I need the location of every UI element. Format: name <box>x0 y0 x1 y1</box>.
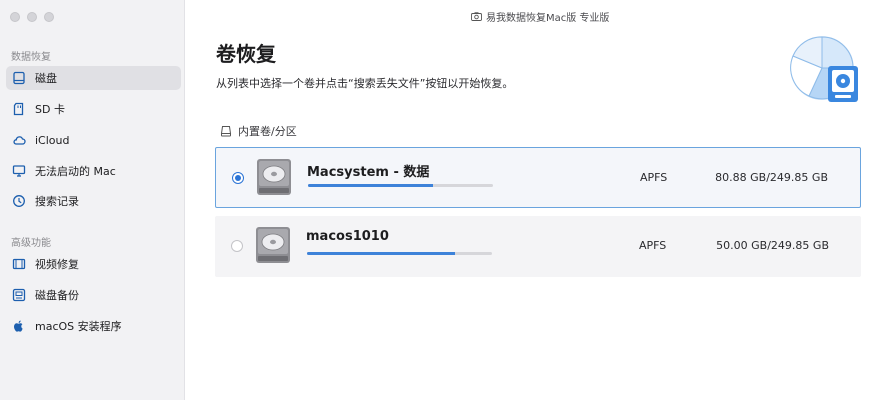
history-icon <box>12 194 26 208</box>
cloud-icon <box>12 133 26 147</box>
section-label-advanced: 高级功能 <box>11 238 51 249</box>
sidebar-item-label: macOS 安装程序 <box>35 320 122 333</box>
sidebar: 数据恢复 磁盘 SD 卡 iCloud 无法启动的 Mac 搜索记录 高级功能 <box>0 0 185 400</box>
monitor-icon <box>12 164 26 178</box>
volume-radio[interactable] <box>231 240 243 252</box>
apple-icon <box>12 319 26 333</box>
volume-filesystem: APFS <box>639 239 667 252</box>
sidebar-item-disk-backup[interactable]: 磁盘备份 <box>6 283 181 307</box>
volume-row[interactable]: Macsystem - 数据 APFS 80.88 GB/249.85 GB <box>215 147 861 208</box>
backup-icon <box>12 288 26 302</box>
hard-disk-icon <box>256 227 290 263</box>
app-logo-icon <box>471 12 482 21</box>
sidebar-item-label: 磁盘 <box>35 72 57 85</box>
page-subtitle: 从列表中选择一个卷并点击“搜索丢失文件”按钮以开始恢复。 <box>216 77 514 90</box>
volume-usage-fill <box>307 252 455 255</box>
volume-name: macos1010 <box>306 229 389 244</box>
volume-size: 50.00 GB/249.85 GB <box>716 239 829 252</box>
sidebar-item-search-history[interactable]: 搜索记录 <box>6 189 181 213</box>
drive-icon <box>220 126 232 137</box>
volume-radio[interactable] <box>232 172 244 184</box>
sidebar-item-label: 无法启动的 Mac <box>35 165 116 178</box>
film-icon <box>12 257 26 271</box>
sidebar-item-unbootable-mac[interactable]: 无法启动的 Mac <box>6 159 181 183</box>
volume-name: Macsystem - 数据 <box>307 165 430 180</box>
window-controls <box>10 12 54 22</box>
sidebar-item-disk[interactable]: 磁盘 <box>6 66 181 90</box>
volume-group-label: 内置卷/分区 <box>220 123 297 139</box>
volume-row[interactable]: macos1010 APFS 50.00 GB/249.85 GB <box>215 216 861 277</box>
sidebar-item-macos-installer[interactable]: macOS 安装程序 <box>6 314 181 338</box>
sidebar-item-sd-card[interactable]: SD 卡 <box>6 97 181 121</box>
sd-card-icon <box>12 102 26 116</box>
volume-group-text: 内置卷/分区 <box>238 125 297 138</box>
window-title-text: 易我数据恢复Mac版 专业版 <box>486 13 610 24</box>
minimize-button[interactable] <box>27 12 37 22</box>
page-title: 卷恢复 <box>216 42 276 66</box>
zoom-button[interactable] <box>44 12 54 22</box>
section-label-recovery: 数据恢复 <box>11 52 51 63</box>
pie-chart-illustration <box>790 36 858 102</box>
volume-filesystem: APFS <box>640 171 668 184</box>
sidebar-item-label: 磁盘备份 <box>35 289 79 302</box>
disk-icon <box>12 71 26 85</box>
sidebar-item-label: 视频修复 <box>35 258 79 271</box>
volume-usage-bar <box>307 252 492 255</box>
sidebar-item-label: iCloud <box>35 133 70 147</box>
hard-disk-icon <box>257 159 291 195</box>
sidebar-item-video-repair[interactable]: 视频修复 <box>6 252 181 276</box>
sidebar-item-label: SD 卡 <box>35 103 65 116</box>
volume-usage-bar <box>308 184 493 187</box>
window-title: 易我数据恢复Mac版 专业版 <box>471 9 609 24</box>
sidebar-item-icloud[interactable]: iCloud <box>6 128 181 152</box>
sidebar-item-label: 搜索记录 <box>35 195 79 208</box>
volume-size: 80.88 GB/249.85 GB <box>715 171 828 184</box>
volume-usage-fill <box>308 184 434 187</box>
close-button[interactable] <box>10 12 20 22</box>
